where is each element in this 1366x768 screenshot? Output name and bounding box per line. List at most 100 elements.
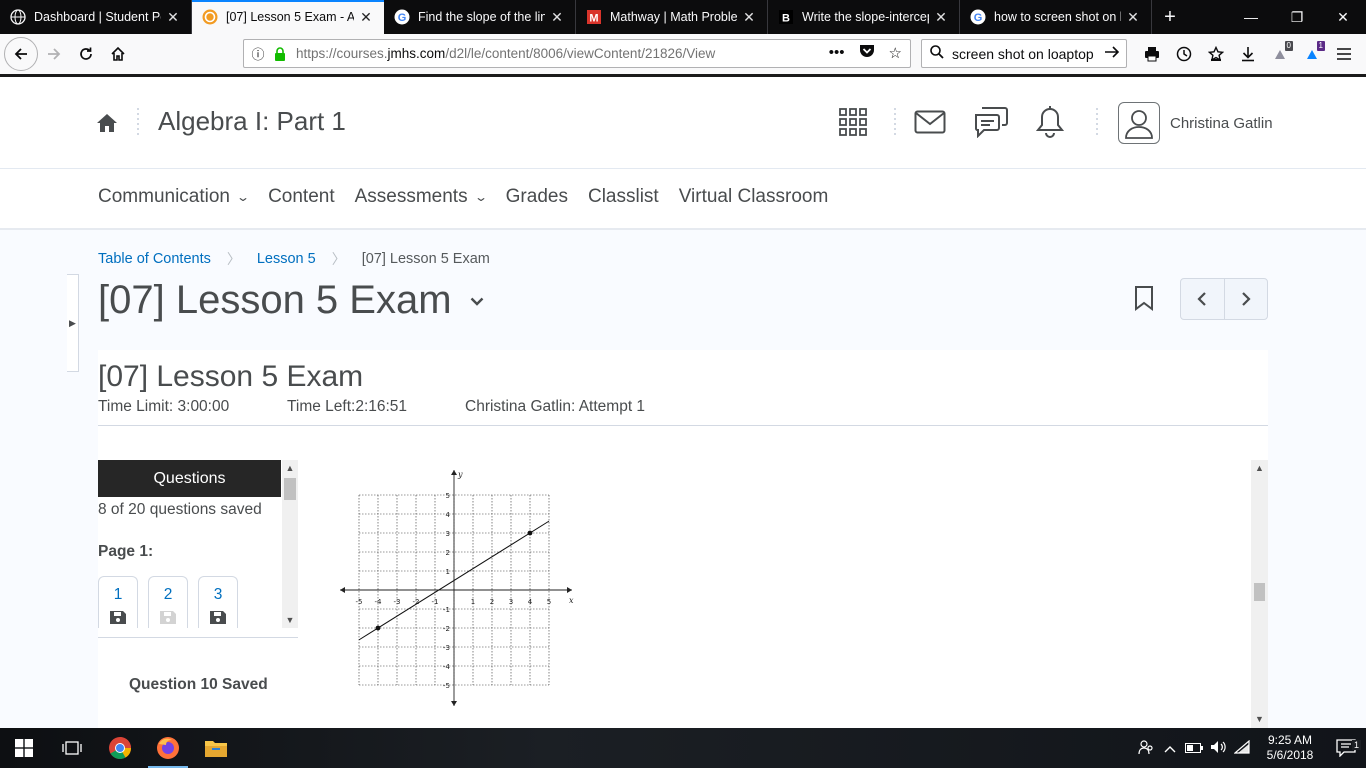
- chevron-down-icon[interactable]: [470, 294, 484, 312]
- home-button[interactable]: [102, 38, 134, 70]
- history-icon[interactable]: [1168, 40, 1200, 68]
- nav-item-virtual-classroom[interactable]: Virtual Classroom: [679, 186, 829, 208]
- download-icon[interactable]: [1232, 40, 1264, 68]
- breadcrumb-link[interactable]: Lesson 5: [257, 251, 316, 267]
- scroll-up-icon[interactable]: ▲: [282, 460, 298, 476]
- start-button[interactable]: [0, 728, 48, 768]
- new-tab-button[interactable]: +: [1152, 0, 1188, 34]
- y-tick-label: -1: [443, 606, 450, 614]
- user-name[interactable]: Christina Gatlin: [1170, 115, 1273, 132]
- breadcrumb-current: [07] Lesson 5 Exam: [361, 251, 490, 267]
- browser-tab-active[interactable]: [07] Lesson 5 Exam - Alge ✕: [192, 0, 384, 34]
- bookmarks-library-icon[interactable]: [1200, 40, 1232, 68]
- mail-icon[interactable]: [914, 110, 946, 134]
- page-actions-icon[interactable]: •••: [829, 44, 845, 63]
- search-bar[interactable]: screen shot on loaptop: [921, 39, 1127, 68]
- close-tab-icon[interactable]: ✕: [165, 9, 181, 26]
- browser-tab[interactable]: M Mathway | Math Problem ✕: [576, 0, 768, 34]
- question-button-2[interactable]: 2: [148, 576, 188, 628]
- close-tab-icon[interactable]: ✕: [358, 9, 374, 26]
- chevron-up-icon[interactable]: [1158, 741, 1182, 756]
- y-axis-arrow: [451, 701, 457, 706]
- home-icon[interactable]: [96, 112, 118, 139]
- app-grid-icon[interactable]: [838, 107, 868, 137]
- questions-panel: Questions 8 of 20 questions saved: [98, 460, 281, 519]
- avatar[interactable]: [1118, 102, 1160, 144]
- nav-item-grades[interactable]: Grades: [506, 186, 568, 208]
- minimize-icon[interactable]: —: [1228, 0, 1274, 34]
- taskbar-firefox[interactable]: [144, 728, 192, 768]
- x-tick-label: -1: [432, 598, 439, 606]
- nav-label: Classlist: [587, 186, 659, 207]
- task-view-button[interactable]: [48, 728, 96, 768]
- page-title: [07] Lesson 5 Exam: [98, 278, 484, 323]
- people-icon[interactable]: [1134, 739, 1158, 758]
- print-icon[interactable]: [1136, 40, 1168, 68]
- url-domain: jmhs.com: [387, 46, 446, 61]
- clock[interactable]: 9:25 AM 5/6/2018: [1254, 733, 1326, 763]
- restore-icon[interactable]: ❐: [1274, 0, 1320, 34]
- question-button-3[interactable]: 3: [198, 576, 238, 628]
- wifi-icon[interactable]: [1230, 739, 1254, 757]
- bookmark-star-icon[interactable]: ☆: [889, 44, 902, 63]
- taskbar-chrome[interactable]: [96, 728, 144, 768]
- separator: [1096, 108, 1098, 138]
- nav-item-assessments[interactable]: Assessments ⌄: [355, 186, 488, 208]
- scroll-up-icon[interactable]: ▲: [1251, 460, 1268, 477]
- search-go-icon[interactable]: [1104, 45, 1126, 62]
- y-tick-label: -4: [443, 663, 451, 671]
- breadcrumb-link[interactable]: Table of Contents: [98, 251, 211, 267]
- chevron-down-icon: ⌄: [473, 190, 488, 204]
- extension-icon[interactable]: 1: [1296, 40, 1328, 68]
- chat-icon[interactable]: [974, 106, 1008, 138]
- svg-text:G: G: [398, 12, 407, 24]
- scroll-down-icon[interactable]: ▼: [282, 612, 298, 628]
- browser-tab[interactable]: Dashboard | Student Port ✕: [0, 0, 192, 34]
- bookmark-icon[interactable]: [1134, 285, 1154, 316]
- questions-scrollbar[interactable]: ▲ ▼: [282, 460, 298, 628]
- y-tick-label: 1: [446, 568, 450, 576]
- pocket-icon[interactable]: [859, 44, 875, 63]
- browser-toolbar: ⓘ https://courses.jmhs.com/d2l/le/conten…: [0, 34, 1366, 74]
- close-tab-icon[interactable]: ✕: [933, 9, 949, 26]
- volume-icon[interactable]: [1206, 740, 1230, 757]
- sidebar-toggle[interactable]: ▶: [67, 274, 79, 372]
- battery-icon[interactable]: [1182, 741, 1206, 756]
- close-tab-icon[interactable]: ✕: [1125, 9, 1141, 26]
- previous-topic-button[interactable]: [1181, 279, 1224, 319]
- nav-label: Grades: [505, 186, 568, 207]
- browser-tab[interactable]: B Write the slope-intercept ✕: [768, 0, 960, 34]
- menu-icon[interactable]: [1328, 40, 1360, 68]
- course-title[interactable]: Algebra I: Part 1: [158, 106, 346, 137]
- nav-item-communication[interactable]: Communication ⌄: [98, 186, 250, 208]
- question-button-1[interactable]: 1: [98, 576, 138, 628]
- bell-icon[interactable]: [1036, 106, 1064, 138]
- taskbar-file-explorer[interactable]: [192, 728, 240, 768]
- window-controls: — ❐ ✕: [1228, 0, 1366, 34]
- lock-icon[interactable]: [272, 46, 288, 62]
- close-window-icon[interactable]: ✕: [1320, 0, 1366, 34]
- separator: [894, 108, 896, 138]
- info-icon[interactable]: ⓘ: [244, 44, 272, 63]
- chrome-icon: [109, 737, 131, 759]
- scroll-down-icon[interactable]: ▼: [1251, 711, 1268, 728]
- main-scrollbar[interactable]: ▲ ▼: [1251, 460, 1268, 728]
- close-tab-icon[interactable]: ✕: [549, 9, 565, 26]
- attempt-info: Christina Gatlin: Attempt 1: [465, 398, 646, 415]
- reload-button[interactable]: [70, 38, 102, 70]
- extension-badge: 1: [1316, 41, 1325, 51]
- saved-disk-icon: [209, 610, 227, 629]
- close-tab-icon[interactable]: ✕: [741, 9, 757, 26]
- back-button[interactable]: [4, 37, 38, 71]
- browser-tab[interactable]: G how to screen shot on lo ✕: [960, 0, 1152, 34]
- scrollbar-thumb[interactable]: [1254, 583, 1265, 601]
- next-topic-button[interactable]: [1223, 279, 1268, 319]
- nav-item-classlist[interactable]: Classlist: [588, 186, 659, 208]
- action-center-button[interactable]: 1: [1326, 739, 1366, 757]
- url-bar[interactable]: ⓘ https://courses.jmhs.com/d2l/le/conten…: [243, 39, 911, 68]
- nav-item-content[interactable]: Content: [268, 186, 335, 208]
- extension-icon[interactable]: 0: [1264, 40, 1296, 68]
- forward-button[interactable]: [38, 38, 70, 70]
- scrollbar-thumb[interactable]: [284, 478, 296, 500]
- browser-tab[interactable]: G Find the slope of the line ✕: [384, 0, 576, 34]
